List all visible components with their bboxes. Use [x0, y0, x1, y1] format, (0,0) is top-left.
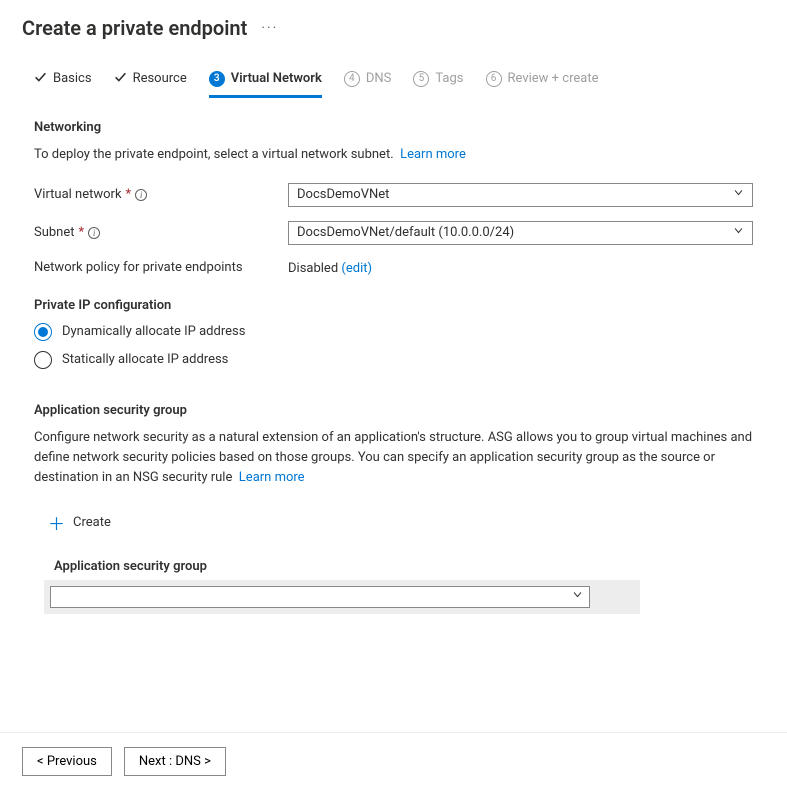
- wizard-footer: < Previous Next : DNS >: [0, 732, 787, 790]
- step-number-badge: 6: [486, 71, 502, 87]
- asg-desc: Configure network security as a natural …: [34, 428, 753, 488]
- chevron-down-icon: [733, 187, 744, 202]
- tab-review-create[interactable]: 6 Review + create: [486, 71, 599, 98]
- tab-dns[interactable]: 4 DNS: [344, 71, 392, 98]
- next-button[interactable]: Next : DNS >: [124, 747, 226, 776]
- asg-table: Application security group: [44, 553, 640, 614]
- network-policy-label: Network policy for private endpoints: [34, 260, 288, 275]
- asg-create-label: Create: [73, 515, 111, 530]
- page-title: Create a private endpoint: [22, 16, 247, 40]
- dropdown-value: DocsDemoVNet/default (10.0.0.0/24): [297, 225, 514, 240]
- asg-select-row: [44, 580, 640, 614]
- virtual-network-label: Virtual network * i: [34, 187, 288, 202]
- network-policy-row: Network policy for private endpoints Dis…: [34, 259, 753, 276]
- content-area: Networking To deploy the private endpoin…: [0, 98, 787, 624]
- required-indicator: *: [79, 225, 85, 240]
- previous-button[interactable]: < Previous: [22, 747, 112, 776]
- networking-desc: To deploy the private endpoint, select a…: [34, 145, 753, 165]
- plus-icon: ＋: [48, 510, 65, 535]
- step-number-badge: 5: [413, 71, 429, 87]
- tab-label: Resource: [133, 71, 187, 86]
- virtual-network-row: Virtual network * i DocsDemoVNet: [34, 183, 753, 207]
- required-indicator: *: [126, 187, 132, 202]
- ipconfig-title: Private IP configuration: [34, 298, 753, 313]
- network-policy-edit-link[interactable]: (edit): [341, 261, 372, 276]
- tab-virtual-network[interactable]: 3 Virtual Network: [209, 71, 322, 98]
- radio-dynamic-ip[interactable]: Dynamically allocate IP address: [34, 323, 753, 341]
- asg-create-button[interactable]: ＋ Create: [44, 506, 115, 539]
- info-icon[interactable]: i: [135, 189, 147, 201]
- radio-button-icon: [34, 323, 52, 341]
- chevron-down-icon: [572, 589, 583, 604]
- tab-label: DNS: [366, 71, 392, 86]
- radio-label: Statically allocate IP address: [62, 352, 228, 367]
- radio-static-ip[interactable]: Statically allocate IP address: [34, 351, 753, 369]
- networking-learn-more-link[interactable]: Learn more: [400, 147, 466, 162]
- asg-section: Application security group Configure net…: [34, 403, 753, 614]
- more-actions-icon[interactable]: ···: [261, 20, 278, 36]
- tab-label: Basics: [53, 71, 92, 86]
- asg-dropdown[interactable]: [50, 586, 590, 608]
- tab-tags[interactable]: 5 Tags: [413, 71, 463, 98]
- wizard-tabs: Basics Resource 3 Virtual Network 4 DNS …: [0, 50, 787, 98]
- asg-column-header: Application security group: [44, 553, 640, 580]
- subnet-dropdown[interactable]: DocsDemoVNet/default (10.0.0.0/24): [288, 221, 753, 245]
- info-icon[interactable]: i: [88, 227, 100, 239]
- step-number-badge: 3: [209, 71, 225, 87]
- tab-label: Tags: [435, 71, 463, 86]
- step-number-badge: 4: [344, 71, 360, 87]
- check-icon: [34, 70, 47, 87]
- page-header: Create a private endpoint ···: [0, 0, 787, 50]
- chevron-down-icon: [733, 225, 744, 240]
- check-icon: [114, 70, 127, 87]
- asg-learn-more-link[interactable]: Learn more: [239, 470, 305, 485]
- tab-resource[interactable]: Resource: [114, 70, 187, 98]
- radio-button-icon: [34, 351, 52, 369]
- asg-title: Application security group: [34, 403, 753, 418]
- subnet-label: Subnet * i: [34, 225, 288, 240]
- virtual-network-dropdown[interactable]: DocsDemoVNet: [288, 183, 753, 207]
- tab-label: Review + create: [508, 71, 599, 86]
- tab-label: Virtual Network: [231, 71, 322, 86]
- network-policy-value: Disabled (edit): [288, 259, 753, 276]
- tab-basics[interactable]: Basics: [34, 70, 92, 98]
- subnet-row: Subnet * i DocsDemoVNet/default (10.0.0.…: [34, 221, 753, 245]
- dropdown-value: DocsDemoVNet: [297, 187, 389, 202]
- networking-title: Networking: [34, 120, 753, 135]
- radio-label: Dynamically allocate IP address: [62, 324, 245, 339]
